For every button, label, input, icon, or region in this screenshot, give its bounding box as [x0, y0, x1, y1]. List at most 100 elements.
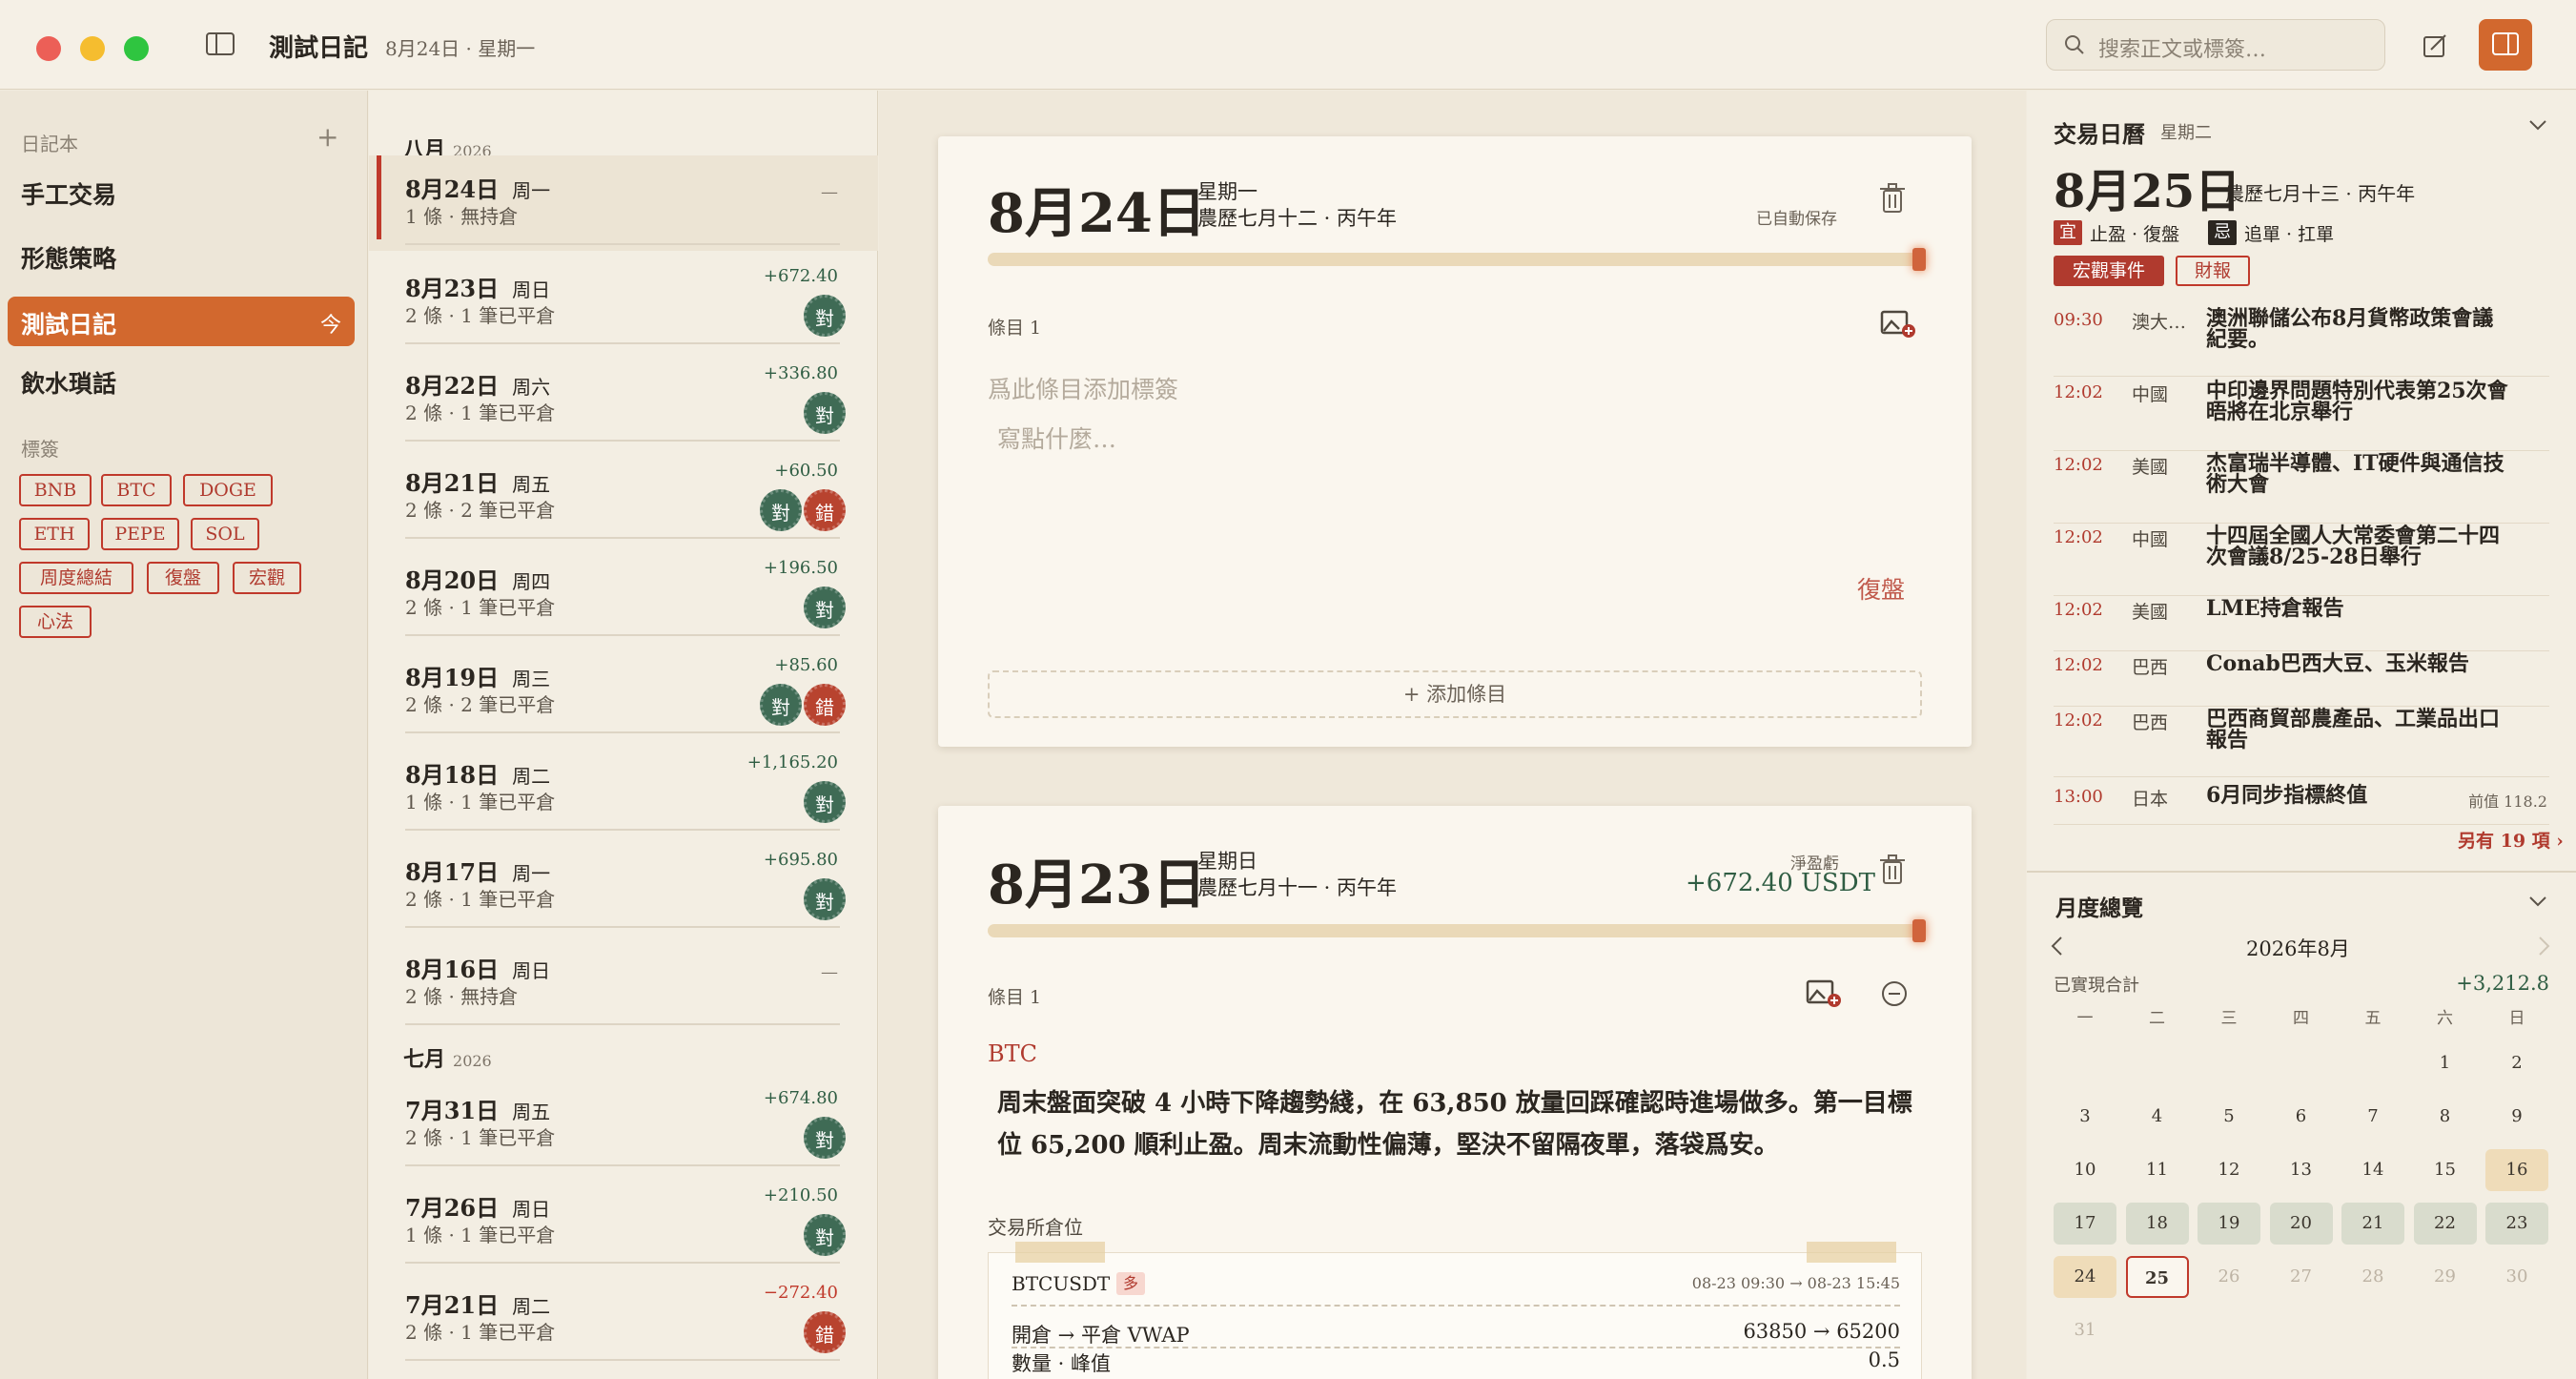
entry-tag[interactable]: BTC — [988, 1040, 1037, 1067]
close-window-button[interactable] — [36, 36, 61, 61]
minimize-window-button[interactable] — [80, 36, 105, 61]
trash-icon[interactable] — [1878, 182, 1907, 215]
calendar-day[interactable]: 2 — [2485, 1042, 2548, 1084]
tab-earnings[interactable]: 財報 — [2176, 256, 2250, 286]
trash-icon[interactable] — [1878, 854, 1907, 886]
calendar-day[interactable]: 11 — [2126, 1149, 2189, 1191]
tag-chip[interactable]: 心法 — [19, 606, 92, 638]
calendar-day[interactable]: 25 — [2125, 1256, 2189, 1298]
weekday-header: 二 — [2149, 1009, 2165, 1028]
calendar-day[interactable]: 30 — [2485, 1256, 2548, 1298]
tag-chip[interactable]: 復盤 — [147, 562, 219, 594]
entry-list: 八月 2026 8月24日 周一 1 條 · 無持倉 — 8月23日 周日 2 條 ·… — [369, 91, 878, 1379]
list-item[interactable]: 8月18日 周二 1 條 · 1 筆已平倉 +1,165.20 對 — [369, 741, 878, 836]
calendar-day[interactable]: 29 — [2414, 1256, 2477, 1298]
more-events-link[interactable]: 另有 19 項 › — [2458, 827, 2564, 853]
list-item[interactable]: 7月21日 周二 2 條 · 1 筆已平倉 −272.40 錯 — [369, 1271, 878, 1367]
chevron-left-icon[interactable] — [2050, 936, 2063, 957]
search-field[interactable]: 搜索正文或標簽… — [2046, 19, 2385, 71]
calendar-day[interactable]: 5 — [2198, 1096, 2260, 1138]
list-item[interactable]: 8月21日 周五 2 條 · 2 筆已平倉 +60.50 對 錯 — [369, 449, 878, 545]
tag-badge[interactable]: 復盤 — [1857, 571, 1905, 606]
event-row[interactable]: 12:02 美國 杰富瑞半導體、IT硬件與通信技術大會 — [2054, 451, 2549, 524]
add-image-icon[interactable] — [1806, 978, 1842, 1008]
tag-chip[interactable]: SOL — [191, 518, 259, 550]
calendar-day[interactable]: 6 — [2270, 1096, 2333, 1138]
calendar-day[interactable]: 23 — [2485, 1203, 2548, 1245]
notebook-item[interactable]: 形態策略 — [21, 240, 116, 275]
compose-icon[interactable] — [2422, 32, 2448, 59]
list-item[interactable]: 8月23日 周日 2 條 · 1 筆已平倉 +672.40 對 — [369, 255, 878, 350]
sidebar-toggle-icon[interactable] — [206, 32, 235, 55]
chevron-down-icon[interactable] — [2528, 895, 2547, 909]
notebook-item[interactable]: 飲水瑣話 — [21, 365, 116, 400]
calendar-day[interactable]: 31 — [2054, 1309, 2116, 1351]
calendar-day[interactable]: 19 — [2198, 1203, 2260, 1245]
list-item[interactable]: 8月17日 周一 2 條 · 1 筆已平倉 +695.80 對 — [369, 838, 878, 934]
tag-chip[interactable]: BTC — [101, 474, 172, 506]
ticket-row-label: 開倉 → 平倉 VWAP — [1012, 1324, 1190, 1347]
add-image-icon[interactable] — [1880, 308, 1916, 339]
calendar-day[interactable]: 15 — [2414, 1149, 2477, 1191]
calendar-day[interactable]: 27 — [2270, 1256, 2333, 1298]
tab-macro-events[interactable]: 宏觀事件 — [2054, 256, 2164, 286]
tag-chip[interactable]: ETH — [19, 518, 90, 550]
ticket-row-value: 63850 → 65200 — [1743, 1320, 1900, 1343]
calendar-day[interactable]: 26 — [2198, 1256, 2260, 1298]
list-item[interactable]: 8月16日 周日 2 條 · 無持倉 — — [369, 936, 878, 1031]
event-row[interactable]: 12:02 巴西 巴西商貿部農產品、工業品出口報告 — [2054, 707, 2549, 777]
tag-input[interactable]: 爲此條目添加標簽 — [988, 371, 1178, 405]
calendar-day[interactable]: 1 — [2414, 1042, 2477, 1084]
event-row[interactable]: 09:30 澳大… 澳洲聯儲公布8月貨幣政策會議紀要。 — [2054, 306, 2549, 377]
calendar-day[interactable]: 10 — [2054, 1149, 2116, 1191]
calendar-day[interactable]: 12 — [2198, 1149, 2260, 1191]
tag-chip[interactable]: 周度總結 — [19, 562, 133, 594]
calendar-day[interactable]: 9 — [2485, 1096, 2548, 1138]
calendar-day[interactable]: 22 — [2413, 1203, 2477, 1245]
entry-body-text[interactable]: 周末盤面突破 4 小時下降趨勢綫，在 63,850 放量回踩確認時進場做多。第一… — [997, 1082, 1912, 1166]
add-notebook-button[interactable]: + — [317, 121, 338, 153]
calendar-day[interactable]: 16 — [2485, 1149, 2548, 1191]
tag-chip[interactable]: DOGE — [183, 474, 273, 506]
notebook-item[interactable]: 手工交易 — [21, 176, 116, 211]
calendar-day[interactable]: 21 — [2341, 1203, 2404, 1245]
calendar-day[interactable]: 13 — [2270, 1149, 2333, 1191]
tag-chip[interactable]: BNB — [19, 474, 92, 506]
calendar-day[interactable]: 24 — [2054, 1256, 2116, 1298]
calendar-day[interactable]: 18 — [2125, 1203, 2189, 1245]
calendar-day[interactable]: 4 — [2126, 1096, 2189, 1138]
search-placeholder: 搜索正文或標簽… — [2098, 38, 2267, 62]
event-row[interactable]: 12:02 美國 LME持倉報告 — [2054, 596, 2549, 651]
tag-chip[interactable]: 宏觀 — [233, 562, 301, 594]
right-panel-toggle-button[interactable] — [2479, 19, 2532, 71]
calendar-panel-weekday: 星期二 — [2160, 123, 2212, 143]
ticket-symbol: BTCUSDT — [1012, 1272, 1111, 1295]
list-item[interactable]: 8月19日 周三 2 條 · 2 筆已平倉 +85.60 對 錯 — [369, 644, 878, 739]
calendar-day[interactable]: 7 — [2341, 1096, 2404, 1138]
list-item[interactable]: 7月31日 周五 2 條 · 1 筆已平倉 +674.80 對 — [369, 1077, 878, 1172]
calendar-day[interactable]: 3 — [2054, 1096, 2116, 1138]
zoom-window-button[interactable] — [124, 36, 149, 61]
list-item[interactable]: 8月22日 周六 2 條 · 1 筆已平倉 +336.80 對 — [369, 352, 878, 447]
ticket-row-label: 數量 · 峰值 — [1012, 1352, 1112, 1375]
calendar-day[interactable]: 20 — [2269, 1203, 2333, 1245]
loss-seal-icon: 錯 — [804, 1311, 846, 1353]
notebook-item-active[interactable]: 測試日記 今 — [8, 297, 355, 346]
calendar-day[interactable]: 17 — [2054, 1203, 2116, 1245]
list-item[interactable]: 8月20日 周四 2 條 · 1 筆已平倉 +196.50 對 — [369, 546, 878, 642]
calendar-day[interactable]: 28 — [2341, 1256, 2404, 1298]
event-row[interactable]: 12:02 中國 十四屆全國人大常委會第二十四次會議8/25-28日舉行 — [2054, 524, 2549, 596]
chevron-down-icon[interactable] — [2528, 119, 2547, 133]
tag-chip[interactable]: PEPE — [101, 518, 179, 550]
list-item-selected[interactable]: 8月24日 周一 1 條 · 無持倉 — — [369, 155, 878, 251]
entry-body-input[interactable]: 寫點什麼… — [997, 421, 1116, 455]
event-row[interactable]: 12:02 巴西 Conab巴西大豆、玉米報告 — [2054, 651, 2549, 707]
list-item[interactable]: 7月26日 周日 1 條 · 1 筆已平倉 +210.50 對 — [369, 1174, 878, 1269]
add-item-button[interactable]: + 添加條目 — [988, 670, 1922, 718]
event-row[interactable]: 12:02 中國 中印邊界問題特別代表第25次會晤將在北京舉行 — [2054, 379, 2549, 451]
remove-item-icon[interactable] — [1880, 979, 1909, 1008]
calendar-day[interactable]: 14 — [2341, 1149, 2404, 1191]
chevron-right-icon[interactable] — [2538, 936, 2551, 957]
calendar-day[interactable]: 8 — [2414, 1096, 2477, 1138]
event-row[interactable]: 13:00 日本 6月同步指標終值 前值 118.2 — [2054, 777, 2549, 825]
